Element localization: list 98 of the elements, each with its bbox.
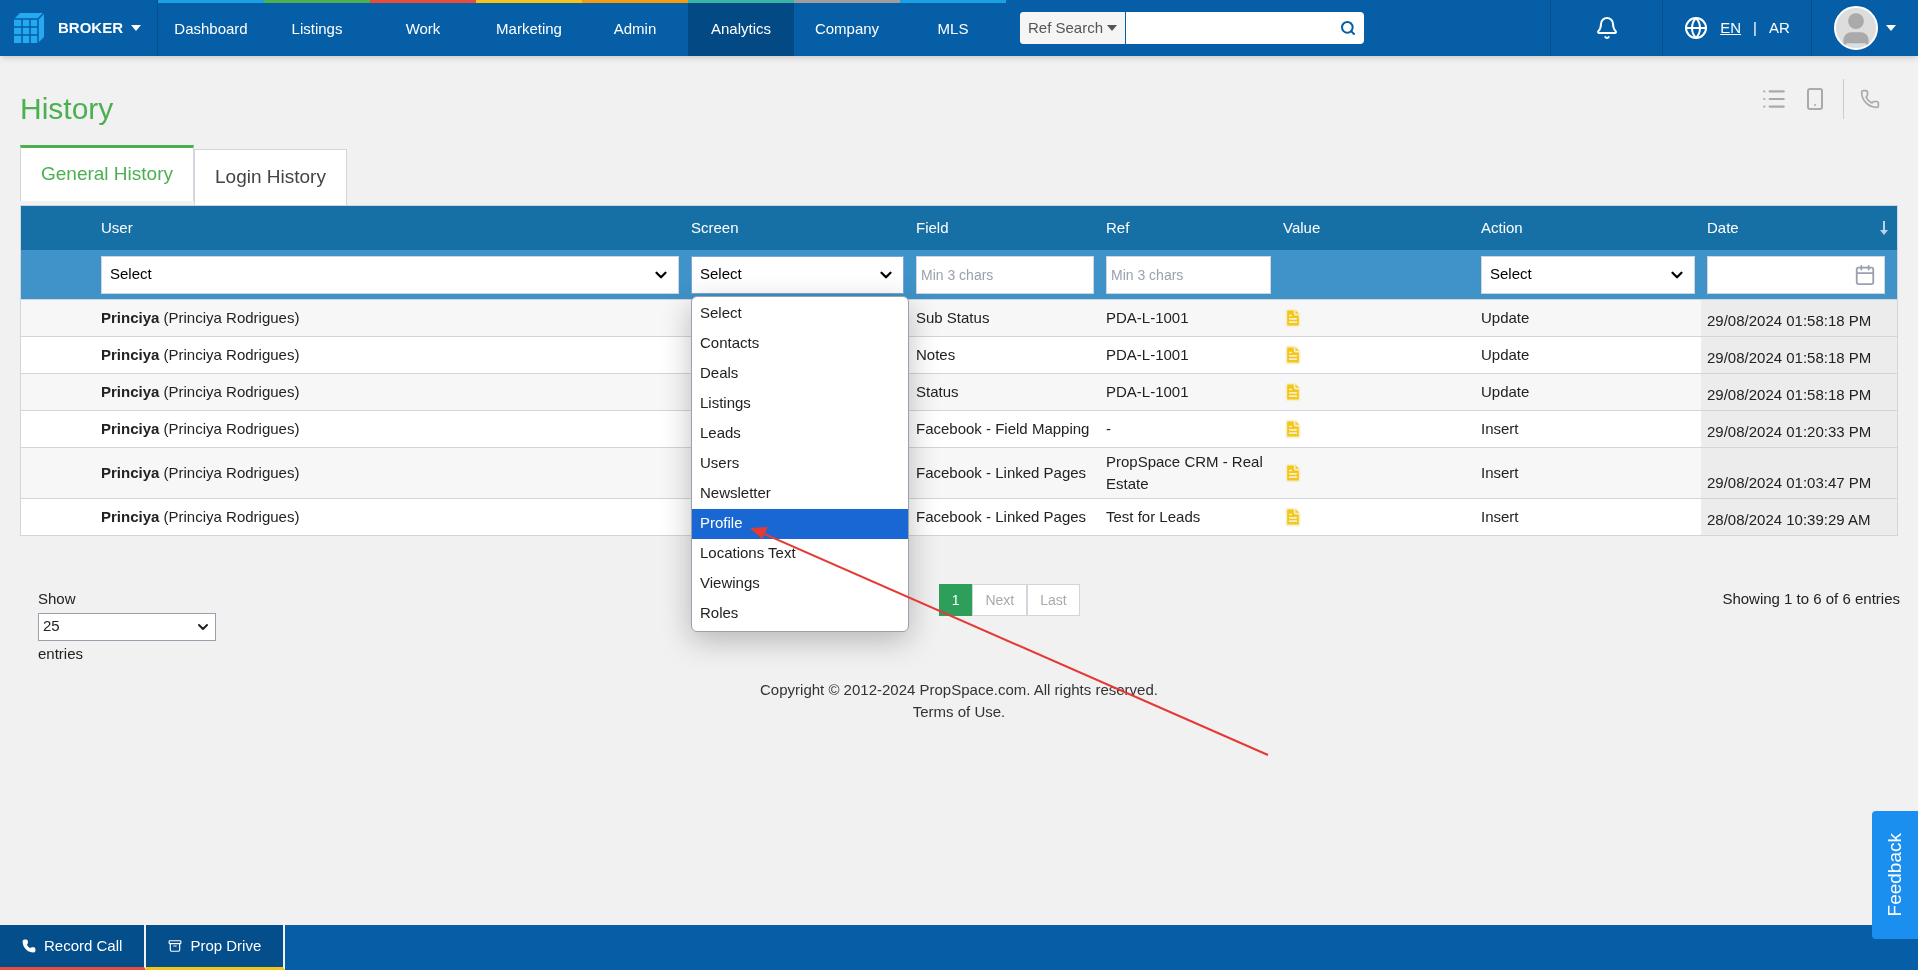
user-name: Princiya (Princiya Rodrigues) — [101, 506, 300, 527]
notification-bell-icon[interactable] — [1594, 16, 1619, 40]
language-link[interactable]: AR — [1768, 16, 1790, 40]
search-field[interactable]: Ref Search — [1020, 12, 1364, 44]
dropdown-option[interactable]: Leads — [692, 418, 908, 449]
table-cell-text: 28/08/2024 10:39:29 AM — [1707, 509, 1871, 530]
search-icon[interactable] — [1340, 20, 1356, 36]
column-header[interactable]: Value — [1283, 216, 1321, 240]
column-header[interactable]: Screen — [691, 216, 739, 240]
column-header[interactable]: Field — [916, 216, 949, 240]
dropdown-option[interactable]: Viewings — [692, 568, 908, 599]
column-header[interactable]: User — [101, 216, 133, 240]
show-label: Show — [38, 589, 77, 609]
column-header[interactable]: Ref — [1106, 216, 1130, 240]
dropdown-option[interactable]: Newsletter — [692, 478, 908, 509]
dropdown-option[interactable]: Deals — [692, 358, 908, 389]
table-cell-text: PDA-L-1001 — [1106, 381, 1189, 402]
dropdown-option[interactable]: Users — [692, 448, 908, 479]
nav-tab[interactable]: Work — [370, 0, 476, 56]
table-cell-text: Test for Leads — [1106, 506, 1201, 527]
user-name: Princiya (Princiya Rodrigues) — [101, 462, 300, 483]
caret-icon — [1107, 25, 1118, 31]
select-field[interactable]: Select — [1481, 255, 1695, 294]
page-title: History — [20, 91, 114, 127]
table-cell-text: Update — [1481, 381, 1530, 402]
avatar-icon[interactable] — [1834, 6, 1878, 50]
table-cell-text: Sub Status — [916, 307, 990, 328]
column-header[interactable]: Action — [1481, 216, 1523, 240]
select-field[interactable]: Select — [691, 255, 904, 294]
select-field[interactable]: Select — [101, 255, 679, 294]
dropdown-option[interactable]: Locations Text — [692, 538, 908, 569]
table-cell-text: 29/08/2024 01:58:18 PM — [1707, 384, 1872, 405]
table-cell-text: - — [1106, 418, 1111, 439]
terms-link[interactable]: Terms of Use. — [912, 701, 1006, 723]
caret-icon — [1886, 25, 1896, 31]
caret-icon — [131, 25, 141, 31]
document-icon[interactable] — [1283, 463, 1303, 483]
bottom-bar-button[interactable]: Prop Drive — [146, 925, 286, 970]
role-menu-button[interactable]: BROKER — [58, 16, 141, 40]
dropdown-option[interactable]: Roles — [692, 598, 908, 629]
language-separator: | — [1753, 17, 1757, 38]
table-cell-text: PDA-L-1001 — [1106, 307, 1189, 328]
user-name: Princiya (Princiya Rodrigues) — [101, 307, 300, 328]
phone-icon[interactable] — [1860, 88, 1880, 109]
table-cell-text: Facebook - Linked Pages — [916, 506, 1087, 527]
table-cell-text: Facebook - Linked Pages — [916, 462, 1087, 483]
feedback-tab[interactable]: Feedback — [1872, 811, 1918, 939]
table-cell-text: Notes — [916, 344, 956, 365]
table-cell-text: Insert — [1481, 418, 1519, 439]
date-field[interactable] — [1707, 255, 1885, 294]
document-icon[interactable] — [1283, 382, 1303, 402]
text-field[interactable]: Min 3 chars — [1106, 255, 1271, 294]
page-size-select[interactable]: 25 — [38, 612, 216, 641]
user-name: Princiya (Princiya Rodrigues) — [101, 344, 300, 365]
cube-logo-icon — [12, 11, 46, 45]
entries-label: entries — [38, 643, 85, 664]
text-field[interactable]: Min 3 chars — [916, 255, 1094, 294]
search-scope-dropdown[interactable]: Ref Search — [1020, 12, 1127, 44]
table-cell-text: 29/08/2024 01:58:18 PM — [1707, 347, 1872, 368]
nav-tab[interactable]: Marketing — [476, 0, 582, 56]
dropdown-option[interactable]: Contacts — [692, 328, 908, 359]
dropdown-option[interactable]: Profile — [692, 508, 908, 539]
table-cell-text: Facebook - Field Mapping — [916, 418, 1090, 439]
phone-icon — [22, 939, 36, 953]
archive-icon — [168, 939, 183, 953]
document-icon[interactable] — [1283, 345, 1303, 365]
nav-tab[interactable]: Company — [794, 0, 900, 56]
column-header[interactable]: Date — [1707, 216, 1739, 240]
document-icon[interactable] — [1283, 308, 1303, 328]
table-cell-text: Insert — [1481, 506, 1519, 527]
dropdown-option[interactable]: Select — [692, 298, 908, 329]
table-cell-text: Update — [1481, 344, 1530, 365]
entries-info: Showing 1 to 6 of 6 entries — [1722, 589, 1900, 609]
table-cell-text: Insert — [1481, 462, 1519, 483]
nav-tab[interactable]: Analytics — [688, 0, 794, 56]
document-icon[interactable] — [1283, 507, 1303, 527]
tab[interactable]: Login History — [194, 149, 347, 205]
table-cell-text: 29/08/2024 01:20:33 PM — [1707, 421, 1872, 442]
language-link[interactable]: EN — [1720, 16, 1742, 40]
nav-tab[interactable]: MLS — [900, 0, 1006, 56]
table-cell-text: 29/08/2024 01:58:18 PM — [1707, 310, 1872, 331]
sort-arrow-icon[interactable] — [1879, 221, 1889, 235]
table-cell-text: 29/08/2024 01:03:47 PM — [1707, 472, 1872, 493]
table-cell-text: Status — [916, 381, 959, 402]
table-cell-text: PropSpace CRM - Real Estate — [1106, 451, 1264, 494]
bottom-bar-button[interactable]: Record Call — [0, 925, 147, 970]
dropdown-option[interactable]: Listings — [692, 388, 908, 419]
user-name: Princiya (Princiya Rodrigues) — [101, 418, 300, 439]
page-button[interactable]: 1 — [938, 584, 973, 616]
globe-icon — [1684, 16, 1709, 40]
user-name: Princiya (Princiya Rodrigues) — [101, 381, 300, 402]
calendar-icon — [1854, 263, 1876, 286]
nav-tab[interactable]: Listings — [264, 0, 370, 56]
document-icon[interactable] — [1283, 419, 1303, 439]
nav-tab[interactable]: Dashboard — [158, 0, 264, 56]
table-cell-text: Update — [1481, 307, 1530, 328]
nav-tab[interactable]: Admin — [582, 0, 688, 56]
table-cell-text: PDA-L-1001 — [1106, 344, 1189, 365]
